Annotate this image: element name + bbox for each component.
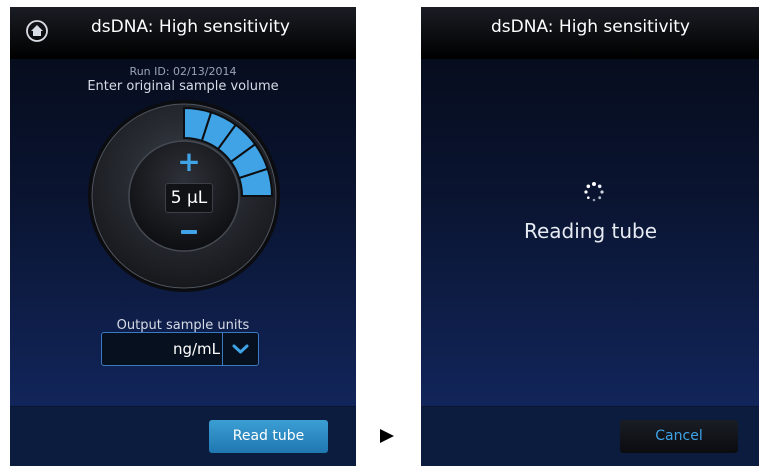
output-units-dropdown[interactable]: ng/mL [101, 332, 259, 366]
cancel-button[interactable]: Cancel [620, 420, 738, 453]
units-dropdown-toggle[interactable] [223, 333, 258, 365]
play-arrow-icon [380, 429, 394, 443]
reading-screen: dsDNA: High sensitivity Reading tube Can… [421, 7, 759, 466]
header-bar: dsDNA: High sensitivity [421, 7, 759, 59]
volume-entry-screen: dsDNA: High sensitivity Run ID: 02/13/20… [10, 7, 356, 466]
home-icon [26, 20, 48, 42]
home-button[interactable] [26, 20, 48, 42]
volume-prompt: Enter original sample volume [87, 79, 279, 94]
run-id: Run ID: 02/13/2014 [129, 65, 237, 78]
output-units-value: ng/mL [172, 340, 220, 358]
decrease-volume-button[interactable] [172, 213, 206, 247]
output-units-label: Output sample units [116, 318, 250, 333]
screen-title: dsDNA: High sensitivity [491, 17, 690, 37]
read-tube-button[interactable]: Read tube [209, 420, 328, 453]
increase-volume-button[interactable]: + [172, 145, 206, 179]
volume-value: 5 µL [165, 183, 213, 213]
reading-status: Reading tube [523, 219, 658, 243]
loading-spinner-icon [584, 182, 604, 202]
screen-title: dsDNA: High sensitivity [91, 17, 290, 37]
header-bar: dsDNA: High sensitivity [10, 7, 356, 59]
chevron-down-icon [232, 344, 249, 354]
